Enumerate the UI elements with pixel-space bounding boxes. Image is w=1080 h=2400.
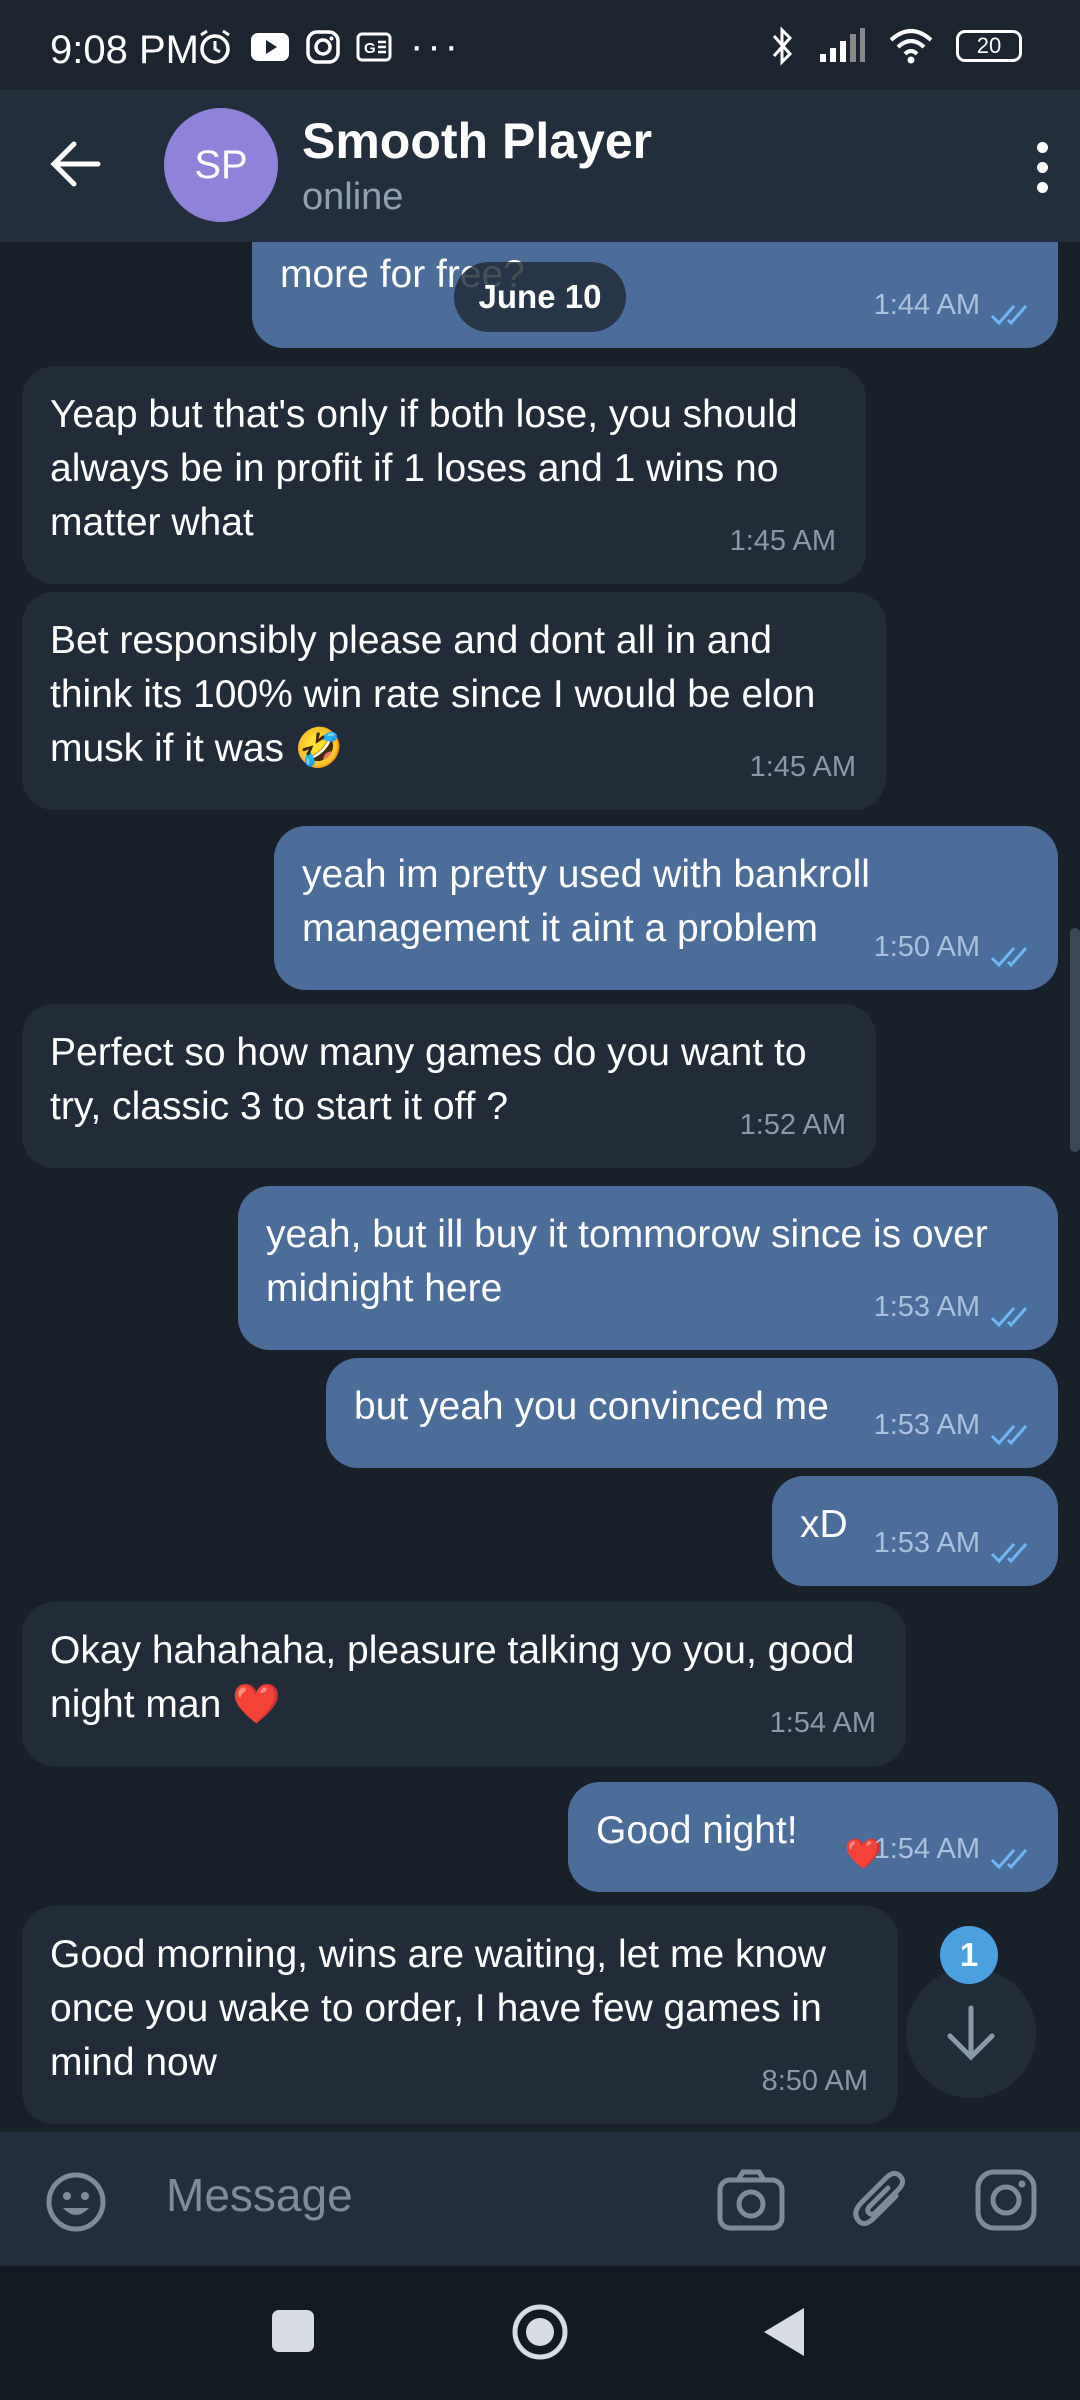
wifi-icon xyxy=(889,29,933,64)
alarm-icon xyxy=(200,29,230,64)
message-time: 1:53 AM xyxy=(873,1409,980,1441)
svg-text:G: G xyxy=(364,40,376,57)
back-icon[interactable] xyxy=(760,2306,808,2358)
status-overflow: ··· xyxy=(410,24,462,68)
message-list[interactable]: for a bet who loses you said you give on… xyxy=(0,242,1080,2132)
message-time: 1:50 AM xyxy=(873,931,980,963)
status-right-icons: 20 xyxy=(770,26,1022,66)
message-time: 1:44 AM xyxy=(873,289,980,321)
message-time: 1:53 AM xyxy=(873,1527,980,1559)
message-time: 1:45 AM xyxy=(749,751,856,783)
message-incoming[interactable]: Perfect so how many games do you want to… xyxy=(22,1004,876,1168)
message-text: Good morning, wins are waiting, let me k… xyxy=(50,1933,827,2084)
message-time: 1:53 AM xyxy=(873,1291,980,1323)
status-bar: 9:08 PM G ··· 20 xyxy=(0,0,1080,90)
message-input[interactable]: Message xyxy=(166,2168,353,2222)
message-outgoing[interactable]: xD 1:53 AM xyxy=(772,1476,1058,1586)
double-check-icon xyxy=(990,1543,1028,1564)
attach-icon[interactable] xyxy=(850,2168,912,2234)
message-composer: Message xyxy=(0,2132,1080,2266)
message-outgoing[interactable]: Good night! ❤️ 1:54 AM xyxy=(568,1782,1058,1892)
status-left-icons: G xyxy=(196,28,392,66)
message-outgoing[interactable]: but yeah you convinced me 1:53 AM xyxy=(326,1358,1058,1468)
message-incoming[interactable]: Okay hahahaha, pleasure talking yo you, … xyxy=(22,1602,906,1766)
chat-title[interactable]: Smooth Player xyxy=(302,112,652,170)
double-check-icon xyxy=(990,1849,1028,1870)
signal-icon xyxy=(820,28,865,62)
unread-count-badge: 1 xyxy=(940,1926,998,1984)
message-text: Okay hahahaha, pleasure talking yo you, … xyxy=(50,1629,855,1726)
bluetooth-icon xyxy=(772,26,793,66)
message-text: Yeap but that's only if both lose, you s… xyxy=(50,393,798,544)
message-text: xD xyxy=(800,1503,848,1546)
system-nav-bar xyxy=(0,2266,1080,2400)
instagram-icon xyxy=(306,30,340,64)
message-time: 1:45 AM xyxy=(729,525,836,557)
double-check-icon xyxy=(990,1307,1028,1328)
youtube-icon xyxy=(251,33,289,61)
avatar-initials: SP xyxy=(194,142,248,187)
ge-icon: G xyxy=(356,32,392,62)
message-incoming[interactable]: Yeap but that's only if both lose, you s… xyxy=(22,366,866,584)
battery-indicator: 20 xyxy=(956,30,1022,62)
camera-icon[interactable] xyxy=(716,2168,786,2234)
message-text: yeah im pretty used with bankroll manage… xyxy=(302,853,870,950)
message-text: Perfect so how many games do you want to… xyxy=(50,1031,807,1128)
double-check-icon xyxy=(990,305,1028,326)
message-text: Good night! xyxy=(596,1809,798,1852)
message-time: 1:52 AM xyxy=(739,1109,846,1141)
chat-header: SP Smooth Player online xyxy=(0,90,1080,242)
message-incoming[interactable]: Bet responsibly please and dont all in a… xyxy=(22,592,886,810)
message-text: Bet responsibly please and dont all in a… xyxy=(50,619,816,770)
status-time: 9:08 PM xyxy=(50,28,199,72)
message-text: but yeah you convinced me xyxy=(354,1385,829,1428)
avatar[interactable]: SP xyxy=(164,108,278,222)
message-incoming[interactable]: Good morning, wins are waiting, let me k… xyxy=(22,1906,898,2124)
scroll-down-button[interactable] xyxy=(906,1968,1036,2098)
double-check-icon xyxy=(990,947,1028,968)
back-arrow-icon[interactable] xyxy=(48,136,104,192)
message-outgoing[interactable]: yeah im pretty used with bankroll manage… xyxy=(274,826,1058,990)
instagram-icon[interactable] xyxy=(974,2168,1038,2232)
recents-icon[interactable] xyxy=(270,2308,316,2354)
message-time: 1:54 AM xyxy=(769,1707,876,1739)
double-check-icon xyxy=(990,1425,1028,1446)
message-time: 1:54 AM xyxy=(873,1833,980,1865)
message-outgoing[interactable]: yeah, but ill buy it tommorow since is o… xyxy=(238,1186,1058,1350)
chat-status: online xyxy=(302,176,404,218)
message-time: 8:50 AM xyxy=(761,2065,868,2097)
arrow-down-icon xyxy=(947,2005,995,2061)
date-separator: June 10 xyxy=(454,262,626,332)
scrollbar[interactable] xyxy=(1070,928,1080,1152)
emoji-icon[interactable] xyxy=(44,2170,108,2234)
more-options-icon[interactable] xyxy=(1032,142,1052,202)
home-icon[interactable] xyxy=(510,2302,570,2362)
message-outgoing[interactable]: for a bet who loses you said you give on… xyxy=(252,242,1058,348)
